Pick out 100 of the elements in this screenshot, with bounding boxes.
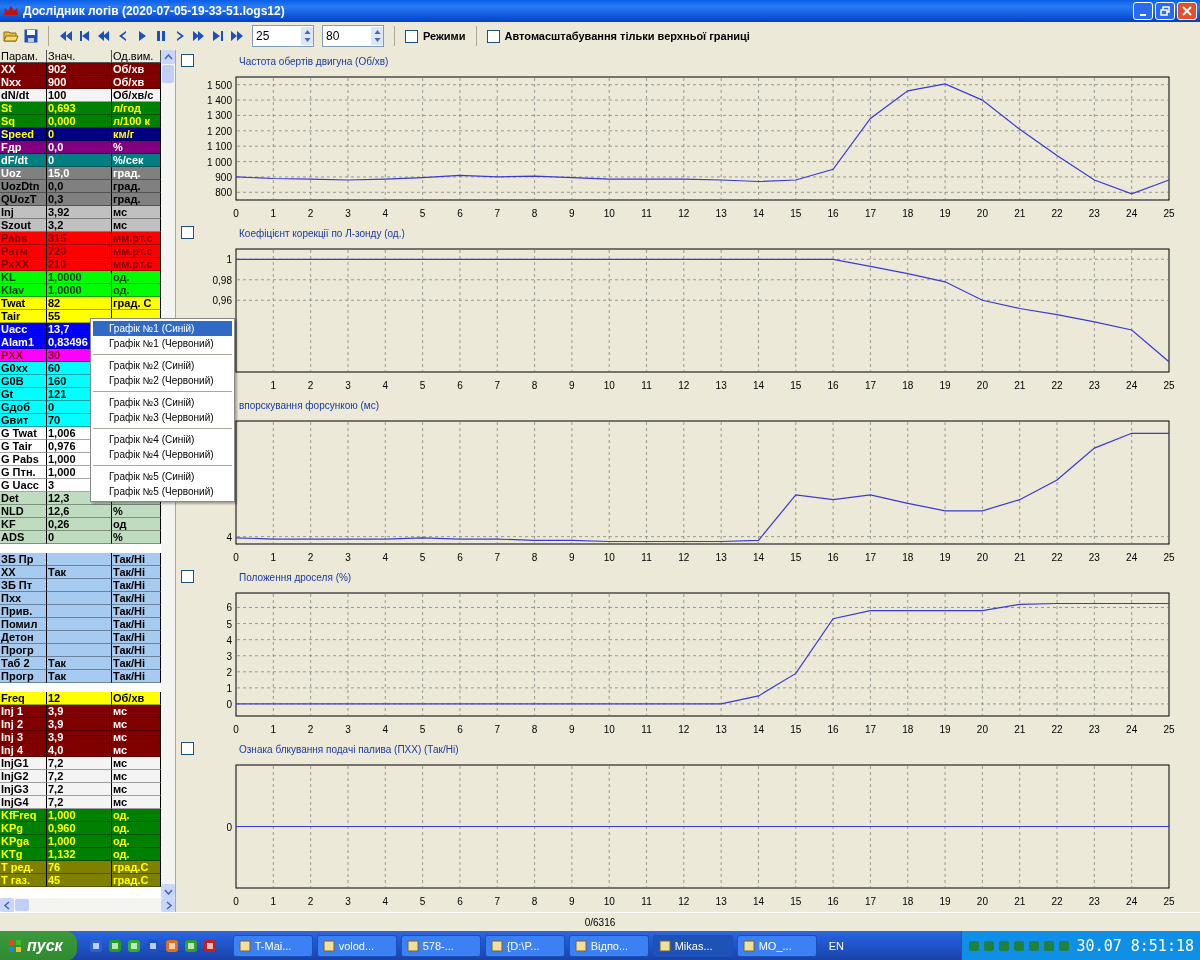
x-axis-label: 1 — [270, 552, 277, 563]
clock: 30.07 8:51:18 — [1076, 937, 1194, 955]
y-tick-label: 1 300 — [206, 110, 232, 122]
x-tick-label: 4 — [382, 380, 389, 391]
x-tick-label: 12 — [678, 724, 690, 735]
x-tick-label: 14 — [752, 380, 765, 391]
y-tick-label: 2 — [226, 666, 232, 678]
y-tick-label: 1 200 — [206, 125, 232, 137]
y-tick-label: 3 — [226, 650, 232, 662]
x-axis-label: 13 — [715, 896, 727, 907]
x-tick-label: 20 — [976, 208, 988, 219]
y-tick-label: 1 400 — [206, 95, 232, 107]
x-tick-label: 10 — [603, 380, 615, 391]
x-axis-label: 16 — [827, 896, 839, 907]
x-axis-label: 25 — [1163, 552, 1175, 563]
x-tick-label: 7 — [494, 208, 500, 219]
x-axis-label: 17 — [864, 896, 876, 907]
x-axis-label: 21 — [1014, 896, 1026, 907]
x-tick-label: 24 — [1126, 208, 1138, 219]
x-axis-label: 25 — [1163, 896, 1175, 907]
x-tick-label: 1 — [270, 208, 277, 219]
x-tick-label: 11 — [641, 724, 652, 735]
x-axis-label: 14 — [752, 552, 765, 563]
x-tick-label: 18 — [902, 724, 914, 735]
x-tick-label: 12 — [678, 208, 690, 219]
x-tick-label: 16 — [827, 724, 839, 735]
x-tick-label: 4 — [382, 724, 389, 735]
x-tick-label: 21 — [1014, 724, 1026, 735]
x-tick-label: 8 — [531, 208, 538, 219]
x-tick-label: 16 — [827, 208, 839, 219]
y-tick-label: 0 — [226, 698, 232, 710]
y-tick-label: 1 — [226, 682, 232, 694]
x-tick-label: 10 — [603, 724, 615, 735]
x-axis-label: 5 — [419, 552, 426, 563]
x-tick-label: 20 — [976, 380, 988, 391]
x-tick-label: 8 — [531, 380, 538, 391]
x-axis-label: 8 — [531, 896, 538, 907]
x-axis-label: 16 — [827, 552, 839, 563]
y-tick-label: 1 500 — [206, 79, 232, 91]
x-tick-label: 14 — [752, 724, 765, 735]
x-tick-label: 9 — [569, 724, 575, 735]
x-tick-label: 11 — [641, 208, 652, 219]
x-axis-label: 4 — [382, 552, 389, 563]
chart-title: Положення дроселя (%) — [239, 571, 352, 583]
x-axis-label: 19 — [939, 552, 951, 563]
position-counter: 0/6316 — [584, 916, 616, 928]
chart-title: Частота обертів двигуна (Об/хв) — [239, 55, 389, 67]
x-axis-label: 8 — [531, 552, 538, 563]
table-cell: Прогр — [0, 670, 47, 683]
x-tick-label: 12 — [678, 380, 690, 391]
x-axis-label: 22 — [1051, 552, 1063, 563]
x-tick-label: 23 — [1088, 724, 1100, 735]
x-tick-label: 6 — [457, 208, 463, 219]
x-axis-label: 15 — [790, 552, 802, 563]
x-tick-label: 0 — [233, 208, 239, 219]
x-tick-label: 25 — [1163, 208, 1175, 219]
x-tick-label: 2 — [307, 380, 314, 391]
x-tick-label: 3 — [345, 724, 351, 735]
x-axis-label: 12 — [678, 552, 690, 563]
x-tick-label: 23 — [1088, 380, 1100, 391]
x-axis-label: 20 — [976, 552, 988, 563]
x-axis-label: 19 — [939, 896, 951, 907]
chart-title: Ознака блкування подачі палива (ПХХ) (Так/Ні) — [239, 743, 459, 755]
x-axis-label: 1 — [270, 896, 277, 907]
x-axis-label: 15 — [790, 896, 802, 907]
window-title: Дослідник логів (2020-07-05-19-33-51.logs12) — [23, 4, 286, 18]
x-axis-label: 12 — [678, 896, 690, 907]
x-tick-label: 5 — [419, 724, 426, 735]
x-tick-label: 20 — [976, 724, 988, 735]
x-axis-label: 10 — [603, 896, 615, 907]
y-tick-label: 1 100 — [206, 141, 232, 153]
x-tick-label: 3 — [345, 208, 351, 219]
y-tick-label: 800 — [215, 187, 232, 199]
x-tick-label: 10 — [603, 208, 615, 219]
x-tick-label: 15 — [790, 724, 802, 735]
x-tick-label: 6 — [457, 724, 463, 735]
x-axis-label: 6 — [457, 552, 463, 563]
chart-title: Коефіцієнт корекції по Л-зонду (од.) — [239, 227, 405, 239]
x-axis-label: 2 — [307, 552, 314, 563]
x-tick-label: 7 — [494, 380, 500, 391]
x-tick-label: 2 — [307, 208, 314, 219]
x-axis-label: 3 — [345, 896, 351, 907]
x-tick-label: 23 — [1088, 208, 1100, 219]
x-tick-label: 21 — [1014, 208, 1026, 219]
x-axis-label: 7 — [494, 552, 500, 563]
x-tick-label: 11 — [641, 380, 652, 391]
y-tick-label: 6 — [226, 602, 232, 614]
x-axis-label: 14 — [752, 896, 765, 907]
x-axis-label: 6 — [457, 896, 463, 907]
table-cell: ADS — [0, 531, 47, 544]
x-tick-label: 19 — [939, 380, 951, 391]
x-tick-label: 18 — [902, 208, 914, 219]
x-tick-label: 17 — [864, 208, 876, 219]
x-tick-label: 13 — [715, 380, 727, 391]
x-axis-label: 24 — [1126, 896, 1138, 907]
y-axis-label: 0 — [226, 821, 232, 833]
x-tick-label: 24 — [1126, 380, 1138, 391]
y-tick-label: 900 — [215, 171, 232, 183]
table-cell: Так — [47, 670, 112, 683]
x-tick-label: 3 — [345, 380, 351, 391]
